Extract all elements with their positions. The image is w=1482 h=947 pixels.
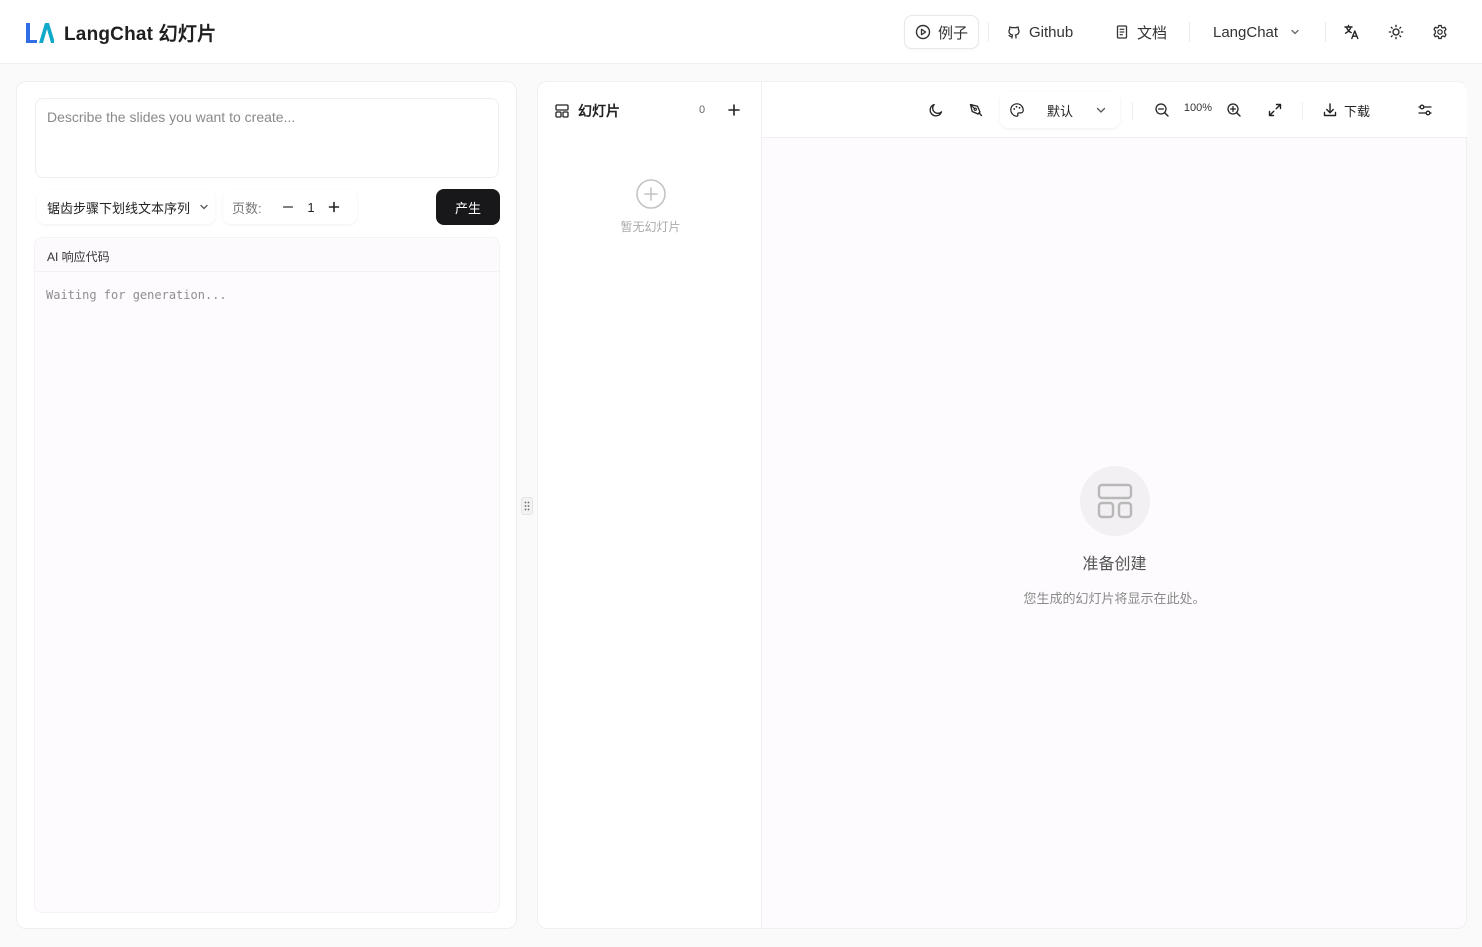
pen-tool-icon [969,103,983,117]
toolbar-divider [1302,102,1303,120]
brand[interactable]: LangChat 幻灯片 [24,19,216,46]
pages-stepper: 页数: 1 [223,190,357,224]
pages-decrement-button[interactable] [276,195,300,219]
document-icon [1116,25,1128,39]
chevron-down-icon [1096,107,1106,113]
prompt-input[interactable] [35,98,499,178]
download-button[interactable]: 下载 [1322,98,1370,122]
examples-button[interactable]: 例子 [904,15,980,49]
github-label: Github [1029,23,1074,41]
download-icon [1323,103,1337,117]
translate-icon [1344,24,1359,40]
preview-empty-state: 准备创建 您生成的幻灯片将显示在此处。 [762,466,1467,607]
nav-divider [1325,22,1326,42]
langchat-menu[interactable]: LangChat [1203,15,1311,49]
zoom-in-button[interactable] [1222,98,1246,122]
slides-empty-state: 暂无幻灯片 [538,178,763,235]
ai-response-panel: AI 响应代码 Waiting for generation... [34,237,500,913]
slides-panel: 幻灯片 0 暂无幻灯片 [537,81,762,929]
github-link[interactable]: Github [996,15,1083,49]
pages-increment-button[interactable] [322,195,346,219]
pages-label: 页数: [232,200,262,216]
minus-icon [282,206,294,208]
palette-icon [1010,103,1024,117]
chevron-down-icon [1291,29,1299,35]
moon-icon [929,103,943,117]
preview-panel: 默认 100% 下载 准备创建 您生成的幻灯片将显示在此处。 [762,81,1467,929]
slides-empty-text: 暂无幻灯片 [620,220,681,234]
ready-subtitle: 您生成的幻灯片将显示在此处。 [1023,591,1206,606]
drag-handle-icon [524,501,530,511]
sliders-icon [1418,104,1432,116]
ai-response-code: Waiting for generation... [46,288,227,302]
zoom-in-icon [1227,103,1241,117]
pages-value[interactable]: 1 [300,200,322,215]
template-select[interactable]: 锯齿步骤下划线文本序列 [37,190,215,224]
langchat-menu-label: LangChat [1213,23,1279,41]
examples-label: 例子 [938,24,969,42]
plus-icon [728,104,740,116]
add-slide-button[interactable] [724,100,744,120]
sun-icon [1388,24,1404,40]
slides-count-badge: 0 [698,104,706,116]
dark-mode-button[interactable] [924,98,948,122]
langchat-logo-icon [26,22,54,43]
zoom-level: 100% [1183,102,1213,114]
language-button[interactable] [1340,20,1364,44]
zoom-out-button[interactable] [1150,98,1174,122]
theme-select[interactable]: 默认 [1000,92,1120,128]
layout-icon [555,104,569,118]
gear-icon [1433,24,1447,40]
layout-icon [1097,483,1132,519]
zoom-out-icon [1155,103,1169,117]
chevron-down-icon [200,204,208,210]
slides-title: 幻灯片 [578,103,620,119]
docs-link[interactable]: 文档 [1104,15,1177,49]
ai-response-title: AI 响应代码 [35,238,499,272]
nav-divider [988,22,989,42]
settings-button[interactable] [1428,20,1452,44]
theme-select-value: 默认 [1047,103,1074,119]
fullscreen-button[interactable] [1263,98,1287,122]
plus-circle-icon[interactable] [635,178,667,210]
editor-panel: 锯齿步骤下划线文本序列 页数: 1 产生 AI 响应代码 Waiting for… [16,81,517,929]
generate-button[interactable]: 产生 [436,189,500,225]
expand-icon [1268,103,1282,117]
download-label: 下载 [1344,103,1371,119]
plus-icon [328,201,340,213]
top-header: LangChat 幻灯片 例子 Github 文档 LangChat [0,0,1482,64]
ready-icon-badge [1079,466,1150,536]
adjust-settings-button[interactable] [1413,98,1437,122]
play-circle-icon [915,24,931,40]
preview-toolbar: 默认 100% 下载 [762,82,1467,138]
ready-title: 准备创建 [1082,556,1147,573]
docs-label: 文档 [1137,24,1168,42]
toolbar-divider [1132,102,1133,120]
edit-button[interactable] [964,98,988,122]
nav-divider [1189,22,1190,42]
theme-toggle-button[interactable] [1384,20,1408,44]
panel-resize-handle[interactable] [521,497,533,515]
template-select-value: 锯齿步骤下划线文本序列 [47,200,191,216]
github-icon [1008,26,1020,39]
brand-title: LangChat 幻灯片 [64,24,217,45]
